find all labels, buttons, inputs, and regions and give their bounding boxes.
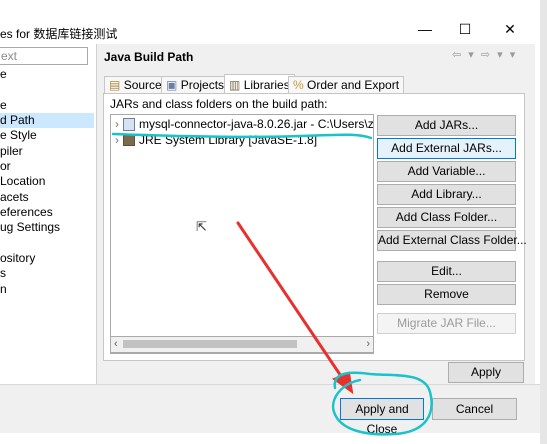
add-class-folder-button[interactable]: Add Class Folder... xyxy=(377,207,516,228)
scroll-right-icon[interactable]: › xyxy=(366,337,370,352)
sidebar-item-java-build-path[interactable]: d Path xyxy=(0,113,94,128)
sidebar-item[interactable]: Location xyxy=(0,174,45,189)
page-title: Java Build Path xyxy=(104,50,194,64)
sidebar-item[interactable]: piler xyxy=(0,144,23,159)
title-bar: es for 数据库链接测试 — ☐ ✕ xyxy=(0,0,547,44)
sidebar-item[interactable]: ug Settings xyxy=(0,220,60,235)
add-external-jars-button[interactable]: Add External JARs... xyxy=(377,138,516,159)
sidebar-item[interactable]: acets xyxy=(0,190,29,205)
tree-item-jre-library[interactable]: › JRE System Library [JavaSE-1.8] xyxy=(111,132,317,148)
add-library-button[interactable]: Add Library... xyxy=(377,184,516,205)
scrollbar-thumb[interactable] xyxy=(123,340,297,348)
sidebar-item[interactable]: or xyxy=(0,159,11,174)
scroll-left-icon[interactable]: ‹ xyxy=(114,337,118,352)
source-folder-icon: ▤ xyxy=(109,78,121,92)
projects-icon: ▣ xyxy=(166,78,178,92)
add-variable-button[interactable]: Add Variable... xyxy=(377,161,516,182)
build-path-tree[interactable]: › mysql-connector-java-8.0.26.jar - C:\Us… xyxy=(110,114,374,354)
sidebar-item[interactable]: e Style xyxy=(0,128,37,143)
remove-button[interactable]: Remove xyxy=(377,284,516,305)
chevron-right-icon[interactable]: › xyxy=(111,116,123,132)
sidebar-item[interactable]: eferences xyxy=(0,205,53,220)
tree-item-mysql-jar[interactable]: › mysql-connector-java-8.0.26.jar - C:\Us… xyxy=(111,116,373,132)
horizontal-scrollbar[interactable]: ‹ › xyxy=(110,336,374,353)
libraries-icon: ▥ xyxy=(229,78,241,92)
apply-button[interactable]: Apply xyxy=(448,362,524,383)
window-edge xyxy=(540,0,547,444)
migrate-jar-button: Migrate JAR File... xyxy=(377,313,516,334)
add-external-class-folder-button[interactable]: Add External Class Folder... xyxy=(377,230,527,251)
sidebar-item[interactable]: n xyxy=(0,282,7,297)
sidebar-item[interactable]: e xyxy=(0,67,7,82)
filter-input[interactable]: ext xyxy=(0,47,88,65)
library-icon xyxy=(123,135,135,147)
tab-source[interactable]: ▤ Source xyxy=(104,76,167,94)
window-title: es for 数据库链接测试 xyxy=(0,27,118,41)
close-icon[interactable]: ✕ xyxy=(490,17,530,41)
order-export-icon: % xyxy=(293,78,304,92)
add-jars-button[interactable]: Add JARs... xyxy=(377,115,516,136)
sidebar-item[interactable]: e xyxy=(0,98,7,113)
sidebar-item[interactable]: ository xyxy=(0,251,35,266)
jar-icon xyxy=(123,118,135,132)
cancel-button[interactable]: Cancel xyxy=(432,398,517,420)
tab-libraries[interactable]: ▥ Libraries xyxy=(224,74,295,95)
tab-projects[interactable]: ▣ Projects xyxy=(161,76,230,94)
build-path-label: JARs and class folders on the build path… xyxy=(110,97,328,111)
history-nav-icon[interactable]: ⇦ ▾ ⇨ ▾ ▾ xyxy=(452,48,517,61)
chevron-right-icon[interactable]: › xyxy=(111,132,123,148)
tab-order-export[interactable]: % Order and Export xyxy=(288,76,405,94)
apply-and-close-button[interactable]: Apply and Close xyxy=(340,398,424,436)
mouse-cursor-icon: ⇱ xyxy=(196,219,207,234)
sidebar-item[interactable]: s xyxy=(0,266,6,281)
edit-button[interactable]: Edit... xyxy=(377,261,516,282)
minimize-icon[interactable]: — xyxy=(405,17,445,41)
maximize-icon[interactable]: ☐ xyxy=(445,17,485,41)
